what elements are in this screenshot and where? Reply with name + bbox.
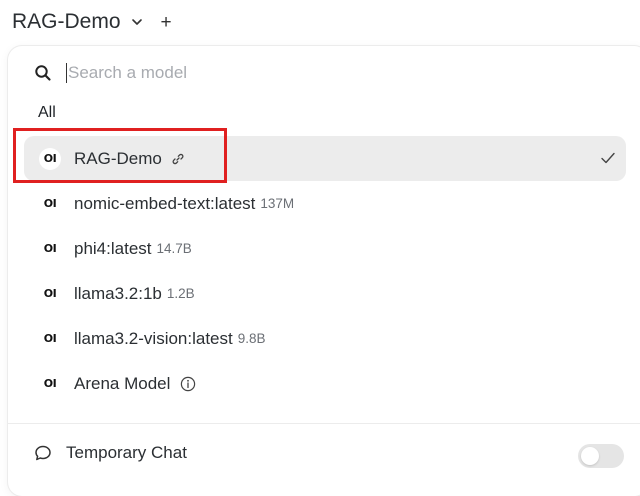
divider [8, 423, 640, 424]
model-item-llama3-2-1b[interactable]: OI llama3.2:1b 1.2B [24, 271, 626, 316]
chevron-down-icon[interactable] [131, 16, 143, 28]
model-logo-icon: OI [43, 197, 57, 210]
search-icon [35, 65, 51, 81]
model-logo-icon: OI [43, 332, 57, 345]
model-name: Arena Model [74, 373, 171, 393]
search-row [34, 63, 368, 83]
search-input[interactable] [68, 63, 368, 83]
current-model-title[interactable]: RAG-Demo [12, 10, 121, 34]
model-selector-header: RAG-Demo + [12, 8, 172, 36]
model-logo-icon: OI [43, 377, 57, 390]
temporary-chat-toggle[interactable] [578, 444, 624, 468]
model-name: llama3.2-vision:latest [74, 328, 233, 348]
temporary-chat-row[interactable]: Temporary Chat [34, 443, 624, 468]
info-icon[interactable] [180, 376, 196, 392]
highlight-annotation-box [13, 128, 227, 183]
model-item-nomic-embed-text[interactable]: OI nomic-embed-text:latest 137M [24, 181, 626, 226]
chat-bubble-icon [35, 445, 51, 461]
temporary-chat-label: Temporary Chat [66, 443, 187, 462]
model-logo-icon: OI [43, 287, 57, 300]
model-name: nomic-embed-text:latest [74, 193, 256, 213]
model-logo-icon: OI [43, 242, 57, 255]
model-item-llama3-2-vision[interactable]: OI llama3.2-vision:latest 9.8B [24, 316, 626, 361]
model-size: 9.8B [237, 331, 266, 346]
model-size: 137M [260, 196, 295, 211]
model-size: 1.2B [166, 286, 195, 301]
text-caret [66, 63, 67, 83]
model-name: phi4:latest [74, 238, 152, 258]
filter-tab-all[interactable]: All [38, 104, 56, 122]
model-name: llama3.2:1b [74, 283, 162, 303]
model-size: 14.7B [156, 241, 192, 256]
add-model-button[interactable]: + [161, 13, 172, 32]
model-dropdown: All OI RAG-Demo OI nomic-embed-text:late… [8, 46, 640, 496]
toggle-knob [581, 447, 599, 465]
check-icon [601, 152, 615, 164]
model-item-arena-model[interactable]: OI Arena Model [24, 361, 626, 406]
model-item-phi4[interactable]: OI phi4:latest 14.7B [24, 226, 626, 271]
